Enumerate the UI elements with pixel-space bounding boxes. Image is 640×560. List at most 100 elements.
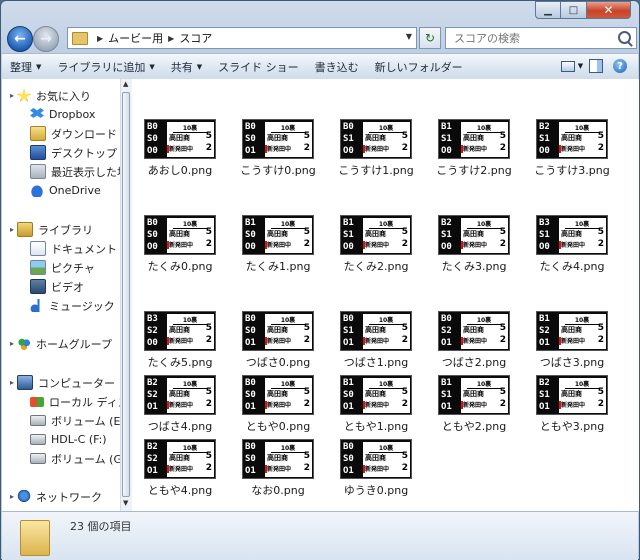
nav-item[interactable]: ダウンロード (30, 124, 117, 143)
team-bottom: 新発田中 (463, 402, 488, 409)
file-item[interactable]: B3 S1 O0 10裏 高田商 5 新発田中 2 たくみ4.png (524, 213, 620, 279)
documents-icon (30, 241, 46, 256)
file-item[interactable]: B2 S2 O1 10裏 高田商 5 新発田中 2 ともや4.png (132, 437, 228, 503)
team-top: 高田商 (169, 230, 190, 238)
file-item[interactable]: B0 S0 O0 10裏 高田商 5 新発田中 2 たくみ0.png (132, 213, 228, 279)
search-box[interactable] (445, 27, 637, 49)
recent-places-icon (30, 164, 46, 179)
file-item[interactable]: B0 S0 O1 10裏 高田商 5 新発田中 2 つばさ0.png (230, 309, 326, 375)
expand-arrow-icon[interactable]: ▸ (10, 339, 14, 348)
maximize-button[interactable]: □ (561, 1, 587, 19)
back-button[interactable]: ← (7, 26, 33, 52)
scoreboard: 10裏 高田商 5 新発田中 2 (461, 378, 508, 413)
file-item[interactable]: B1 S1 O0 10裏 高田商 5 新発田中 2 たくみ2.png (328, 213, 424, 279)
file-item[interactable]: B2 S2 O1 10裏 高田商 5 新発田中 2 つばさ4.png (132, 373, 228, 439)
file-item[interactable]: B0 S0 O1 10裏 高田商 5 新発田中 2 なお0.png (230, 437, 326, 503)
search-input[interactable] (452, 30, 616, 46)
nav-item-label: ホームグループ (36, 337, 113, 351)
expand-arrow-icon[interactable]: ▸ (10, 91, 14, 100)
close-button[interactable]: ✕ (587, 1, 631, 19)
nav-item[interactable]: ▸ ライブラリ (10, 220, 93, 239)
nav-item[interactable]: ▸ コンピューター (10, 373, 115, 392)
share-button[interactable]: 共有 ▼ (163, 56, 210, 78)
score-thumbnail: B2 S2 O1 10裏 高田商 5 新発田中 2 (144, 439, 216, 479)
organize-button[interactable]: 整理 ▼ (2, 56, 49, 78)
score-top: 5 (499, 227, 506, 237)
bso-strike: S2 (147, 390, 158, 400)
nav-item[interactable]: HDL-C (F:) (30, 430, 107, 449)
burn-button[interactable]: 書き込む (307, 56, 367, 78)
breadcrumb-chevron-icon[interactable]: ▶ (168, 34, 174, 43)
address-history-dropdown-icon[interactable]: ▼ (406, 32, 412, 41)
score-thumbnail: B0 S1 O0 10裏 高田商 5 新発田中 2 (340, 119, 412, 159)
forward-button[interactable]: → (33, 26, 59, 52)
nav-item[interactable]: ▸ ホームグループ (10, 334, 112, 353)
bso-strike: S1 (441, 230, 452, 240)
nav-item[interactable]: Dropbox (30, 105, 95, 124)
nav-item[interactable]: ビデオ (30, 277, 84, 296)
address-bar[interactable]: ▶ ムービー用 ▶ スコア ▼ (67, 27, 417, 49)
search-icon[interactable] (618, 31, 631, 44)
file-item[interactable]: B1 S1 O1 10裏 高田商 5 新発田中 2 ともや2.png (426, 373, 522, 439)
scroll-up-arrow-icon[interactable]: ▲ (123, 80, 128, 88)
file-name: つばさ4.png (147, 420, 213, 433)
bso-strike: S1 (441, 134, 452, 144)
file-item[interactable]: B0 S0 O1 10裏 高田商 5 新発田中 2 こうすけ0.png (230, 117, 326, 183)
nav-item[interactable]: ピクチャ (30, 258, 95, 277)
breadcrumb-item-score[interactable]: スコア (179, 30, 212, 46)
preview-pane-button[interactable] (584, 56, 608, 76)
nav-item[interactable]: OneDrive (30, 181, 101, 200)
bso-count: B1 S1 O0 (343, 217, 361, 253)
scroll-down-arrow-icon[interactable]: ▼ (123, 499, 128, 507)
file-item[interactable]: B2 S1 O0 10裏 高田商 5 新発田中 2 たくみ3.png (426, 213, 522, 279)
item-count: 23 個の項目 (70, 520, 132, 533)
nav-item[interactable]: ▸ ネットワーク (10, 487, 102, 506)
nav-item[interactable]: ボリューム (G:) (30, 449, 120, 468)
scoreboard: 10裏 高田商 5 新発田中 2 (559, 378, 606, 413)
file-item[interactable]: B2 S1 O0 10裏 高田商 5 新発田中 2 こうすけ3.png (524, 117, 620, 183)
file-item[interactable]: B1 S1 O0 10裏 高田商 5 新発田中 2 こうすけ2.png (426, 117, 522, 183)
drive-icon (30, 434, 46, 445)
file-name: たくみ5.png (147, 356, 213, 369)
minimize-button[interactable]: ▁ (535, 1, 561, 19)
favorites-star-icon (17, 89, 32, 102)
nav-item[interactable]: ▸ お気に入り (10, 86, 91, 105)
score-bottom: 2 (205, 399, 212, 409)
new-folder-button[interactable]: 新しいフォルダー (367, 56, 471, 78)
change-view-button[interactable]: ▼ (560, 56, 584, 76)
nav-item[interactable]: ボリューム (E:) (30, 411, 120, 430)
add-to-library-button[interactable]: ライブラリに追加 ▼ (49, 56, 162, 78)
file-item[interactable]: B3 S2 O0 10裏 高田商 5 新発田中 2 たくみ5.png (132, 309, 228, 375)
breadcrumb-item-movie[interactable]: ムービー用 (108, 30, 163, 46)
nav-pane-scrollbar[interactable]: ▲ ▼ (120, 79, 132, 511)
file-item[interactable]: B0 S2 O1 10裏 高田商 5 新発田中 2 つばさ2.png (426, 309, 522, 375)
nav-item[interactable]: デスクトップ (30, 143, 117, 162)
team-top: 高田商 (169, 134, 190, 142)
nav-item[interactable]: ローカル ディスク (30, 392, 120, 411)
expand-arrow-icon[interactable]: ▸ (10, 225, 14, 234)
nav-item[interactable]: 最近表示した場所 (30, 162, 120, 181)
nav-item[interactable]: ミュージック (30, 296, 115, 315)
team-top: 高田商 (365, 230, 386, 238)
help-button[interactable]: ? (608, 56, 632, 76)
file-item[interactable]: B0 S1 O1 10裏 高田商 5 新発田中 2 つばさ1.png (328, 309, 424, 375)
refresh-button[interactable]: ↻ (419, 27, 441, 49)
team-top: 高田商 (463, 230, 484, 238)
file-item[interactable]: B2 S1 O1 10裏 高田商 5 新発田中 2 ともや3.png (524, 373, 620, 439)
file-item[interactable]: B1 S0 O1 10裏 高田商 5 新発田中 2 ともや1.png (328, 373, 424, 439)
file-item[interactable]: B0 S1 O0 10裏 高田商 5 新発田中 2 こうすけ1.png (328, 117, 424, 183)
file-item[interactable]: B0 S0 O1 10裏 高田商 5 新発田中 2 ともや0.png (230, 373, 326, 439)
team-top: 高田商 (365, 454, 386, 462)
file-item[interactable]: B1 S2 O1 10裏 高田商 5 新発田中 2 つばさ3.png (524, 309, 620, 375)
file-item[interactable]: B0 S0 O0 10裏 高田商 5 新発田中 2 あおし0.png (132, 117, 228, 183)
file-item[interactable]: B0 S0 O1 10裏 高田商 5 新発田中 2 ゆうき0.png (328, 437, 424, 503)
file-name: たくみ0.png (147, 260, 213, 273)
expand-arrow-icon[interactable]: ▸ (10, 378, 14, 387)
slideshow-button[interactable]: スライド ショー (210, 56, 307, 78)
slideshow-label: スライド ショー (218, 60, 299, 74)
file-item[interactable]: B1 S0 O0 10裏 高田商 5 新発田中 2 たくみ1.png (230, 213, 326, 279)
breadcrumb-chevron-icon[interactable]: ▶ (97, 34, 103, 43)
scrollbar-thumb[interactable] (122, 92, 130, 497)
nav-item[interactable]: ドキュメント (30, 239, 117, 258)
expand-arrow-icon[interactable]: ▸ (10, 492, 14, 501)
